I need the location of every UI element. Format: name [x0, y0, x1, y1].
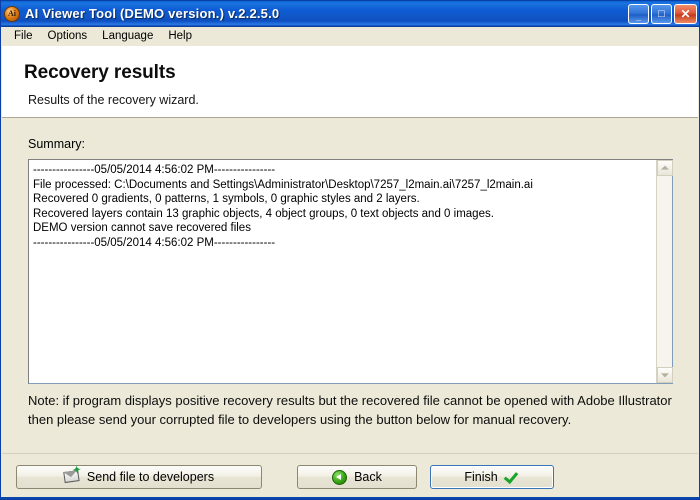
summary-line: ----------------05/05/2014 4:56:02 PM---…: [33, 164, 276, 176]
menu-item-help[interactable]: Help: [161, 28, 200, 45]
maximize-button[interactable]: □: [651, 3, 672, 24]
minimize-button[interactable]: _: [628, 3, 649, 24]
send-button-label: Send file to developers: [86, 470, 215, 484]
page-header: Recovery results Results of the recovery…: [2, 46, 698, 118]
finish-button-label: Finish: [464, 470, 498, 484]
summary-line: DEMO version cannot save recovered files: [33, 222, 251, 234]
page-subtitle: Results of the recovery wizard.: [28, 93, 199, 107]
maximize-icon: □: [658, 7, 665, 20]
summary-line: Recovered layers contain 13 graphic obje…: [33, 207, 494, 220]
scroll-up-arrow-icon: [661, 165, 669, 170]
menu-item-language[interactable]: Language: [95, 28, 161, 45]
scroll-down-arrow-icon: [661, 373, 669, 378]
close-button[interactable]: ✕: [674, 3, 697, 24]
scrollbar-track[interactable]: [657, 176, 672, 367]
send-file-to-developers-button[interactable]: ✦ Send file to developers: [16, 465, 262, 489]
finish-button[interactable]: Finish: [430, 465, 554, 489]
menu-item-options[interactable]: Options: [41, 28, 96, 45]
close-icon: ✕: [680, 6, 691, 21]
summary-label: Summary:: [28, 137, 85, 151]
back-arrow-icon: [332, 469, 348, 485]
menu-bar: File Options Language Help: [1, 27, 699, 46]
page-title: Recovery results: [24, 62, 176, 83]
content-area: Summary: ----------------05/05/2014 4:56…: [2, 119, 698, 452]
summary-line: File processed: C:\Documents and Setting…: [33, 178, 533, 191]
window-controls: _ □ ✕: [628, 3, 697, 24]
back-button-label: Back: [354, 470, 382, 484]
note-text: Note: if program displays positive recov…: [28, 393, 672, 427]
window-title: AI Viewer Tool (DEMO version.) v.2.2.5.0: [25, 6, 280, 21]
vertical-scrollbar[interactable]: [656, 160, 673, 383]
send-mail-icon: ✦: [63, 465, 82, 485]
title-bar: AI Viewer Tool (DEMO version.) v.2.2.5.0…: [1, 1, 699, 27]
menu-item-file[interactable]: File: [7, 28, 41, 45]
scroll-up-button[interactable]: [657, 160, 673, 176]
minimize-icon: _: [635, 11, 641, 22]
check-mark-icon: [505, 470, 520, 484]
summary-textbox[interactable]: ----------------05/05/2014 4:56:02 PM---…: [28, 159, 673, 384]
summary-text: ----------------05/05/2014 4:56:02 PM---…: [29, 160, 656, 383]
window-frame-bottom: [1, 497, 699, 499]
back-button[interactable]: Back: [297, 465, 417, 489]
scroll-down-button[interactable]: [657, 367, 673, 383]
button-bar: ✦ Send file to developers Back Finish: [2, 453, 698, 499]
summary-line: Recovered 0 gradients, 0 patterns, 1 sym…: [33, 193, 420, 205]
ai-app-icon: [4, 5, 20, 22]
application-window: AI Viewer Tool (DEMO version.) v.2.2.5.0…: [0, 0, 700, 500]
summary-line: ----------------05/05/2014 4:56:02 PM---…: [33, 236, 276, 249]
